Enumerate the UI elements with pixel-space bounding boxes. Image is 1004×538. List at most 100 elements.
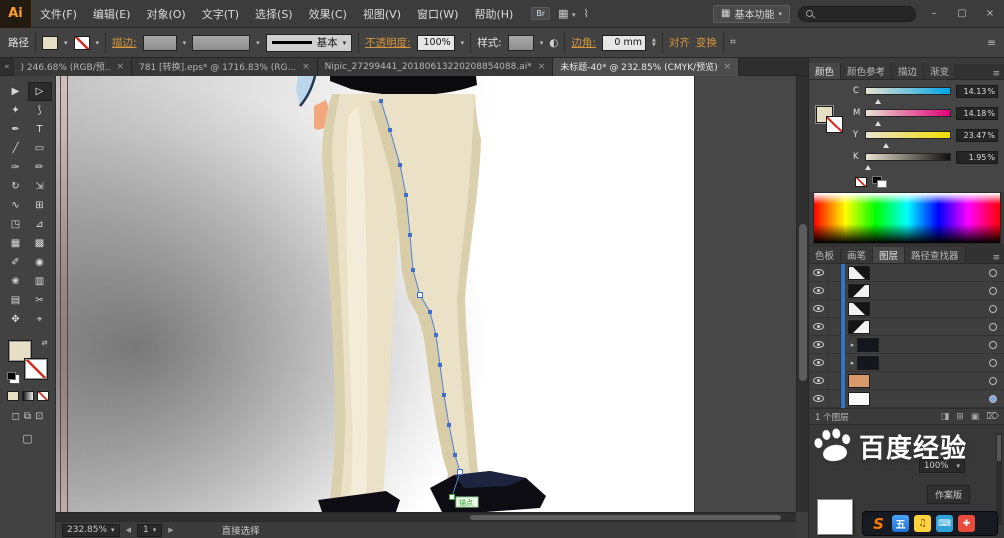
free-transform-tool[interactable]: ⊞ <box>28 196 52 215</box>
window-close-button[interactable]: × <box>980 8 1000 19</box>
layer-row[interactable] <box>809 299 1004 318</box>
tab-swatches[interactable]: 色板 <box>809 247 842 263</box>
layer-row[interactable] <box>809 389 1004 408</box>
close-icon[interactable]: × <box>724 62 732 72</box>
visibility-toggle[interactable] <box>809 299 829 318</box>
visibility-toggle[interactable] <box>809 263 829 282</box>
close-icon[interactable]: × <box>538 62 546 72</box>
rotate-tool[interactable]: ↻ <box>4 177 28 196</box>
fill-caret-icon[interactable]: ▾ <box>64 39 68 47</box>
magenta-slider[interactable] <box>865 109 951 126</box>
opacity-link[interactable]: 不透明度: <box>365 35 411 50</box>
none-button[interactable] <box>36 391 49 401</box>
mesh-tool[interactable]: ▦ <box>4 234 28 253</box>
layer-thumbnail[interactable] <box>848 319 870 334</box>
vertical-scrollbar[interactable] <box>796 76 808 512</box>
tab-layers[interactable]: 图层 <box>873 247 906 263</box>
menu-view[interactable]: 视图(V) <box>355 6 409 22</box>
caret-icon[interactable]: ▾ <box>183 39 187 47</box>
ime-toolbox-icon[interactable]: ✚ <box>958 515 975 532</box>
tab-pathfinder[interactable]: 路径查找器 <box>905 247 966 263</box>
fill-stroke-indicator[interactable]: ⇄ <box>6 339 49 381</box>
stroke-swatch[interactable] <box>23 358 48 380</box>
prev-artboard-button[interactable]: ◀ <box>126 526 131 534</box>
lock-toggle[interactable] <box>829 281 841 300</box>
layer-thumbnail[interactable] <box>848 373 870 388</box>
lasso-tool[interactable]: ⟆ <box>28 101 52 120</box>
caret-icon[interactable]: ▾ <box>540 39 544 47</box>
horizontal-scrollbar[interactable] <box>56 512 796 521</box>
panel-menu-icon[interactable]: ≡ <box>987 253 1004 263</box>
document-tab-1[interactable]: ) 246.68% (RGB/预.. × <box>13 57 133 76</box>
corner-field[interactable]: 0 mm <box>601 34 646 51</box>
fill-swatch[interactable] <box>7 340 32 362</box>
visibility-toggle[interactable] <box>809 371 829 390</box>
lock-toggle[interactable] <box>829 299 841 318</box>
cyan-slider[interactable] <box>865 87 951 104</box>
new-layer-icon[interactable]: ▣ <box>971 412 980 422</box>
document-tab-active[interactable]: 未标题-40* @ 232.85% (CMYK/预览) × <box>553 57 740 76</box>
tab-scroll-left-icon[interactable]: « <box>0 62 14 72</box>
transform-link[interactable]: 变换 <box>696 35 717 50</box>
color-spectrum[interactable] <box>813 192 1001 244</box>
visibility-toggle[interactable] <box>809 317 829 336</box>
layer-thumbnail[interactable] <box>857 355 879 370</box>
style-swatch-dropdown[interactable] <box>507 34 534 51</box>
make-clip-mask-icon[interactable]: ◨ <box>941 412 950 422</box>
artboard-navigation-field[interactable]: 1 ▾ <box>136 523 163 537</box>
draw-inside-icon[interactable]: ⊡ <box>35 411 43 422</box>
yellow-value-field[interactable]: 23.47% <box>956 128 998 142</box>
ime-logo-icon[interactable]: S <box>870 515 887 533</box>
document-tab-3[interactable]: Nipic_27299441_20180613220208854088.ai* … <box>317 57 554 76</box>
target-circle[interactable] <box>989 358 997 367</box>
control-panel-menu-icon[interactable]: ≡ <box>987 37 996 49</box>
canvas[interactable]: 锚点 <box>56 76 796 512</box>
artboard-button[interactable]: 作案版 <box>927 485 971 504</box>
line-segment-tool[interactable]: ╱ <box>4 139 28 158</box>
panel-menu-icon[interactable]: ≡ <box>987 69 1004 79</box>
panel-stroke-swatch[interactable] <box>826 116 843 133</box>
layer-thumbnail[interactable] <box>857 337 879 352</box>
target-circle[interactable] <box>989 304 997 313</box>
layer-row[interactable] <box>809 317 1004 336</box>
visibility-toggle[interactable] <box>809 353 829 372</box>
shirt-shape[interactable] <box>296 76 315 106</box>
swap-fill-stroke-icon[interactable]: ⇄ <box>42 339 48 347</box>
direct-selection-tool[interactable]: ▷ <box>27 82 52 101</box>
lock-toggle[interactable] <box>829 353 841 372</box>
opacity-dropdown[interactable]: 100% ▾ <box>919 459 965 473</box>
lock-toggle[interactable] <box>829 263 841 282</box>
symbol-sprayer-tool[interactable]: ❀ <box>4 272 28 291</box>
black-white-swatches[interactable] <box>872 176 888 188</box>
target-circle[interactable] <box>989 340 997 349</box>
width-tool[interactable]: ∿ <box>4 196 28 215</box>
stroke-panel-link[interactable]: 描边: <box>112 35 137 50</box>
menu-object[interactable]: 对象(O) <box>138 6 193 22</box>
align-link[interactable]: 对齐 <box>669 35 690 50</box>
lock-toggle[interactable] <box>829 335 841 354</box>
gradient-button[interactable] <box>21 391 34 401</box>
tab-gradient[interactable]: 渐变 <box>924 63 957 79</box>
corner-link[interactable]: 边角: <box>571 35 596 50</box>
pencil-tool[interactable]: ✏ <box>28 158 52 177</box>
layer-row[interactable] <box>809 371 1004 390</box>
waistband-shape[interactable] <box>330 76 477 96</box>
magenta-value-field[interactable]: 14.18% <box>956 106 998 120</box>
zoom-tool[interactable]: ⌖ <box>28 310 52 329</box>
visibility-toggle[interactable] <box>809 281 829 300</box>
stroke-weight-field[interactable] <box>142 34 177 51</box>
target-circle[interactable] <box>989 376 997 385</box>
gradient-tool[interactable]: ▩ <box>28 234 52 253</box>
search-input[interactable] <box>798 5 916 22</box>
width-profile-dropdown[interactable] <box>192 34 251 51</box>
target-circle[interactable] <box>989 394 997 403</box>
pen-tool[interactable]: ✒ <box>4 120 28 139</box>
none-swatch[interactable] <box>855 177 867 187</box>
document-tab-2[interactable]: 781 [转换].eps* @ 1716.83% (RG... × <box>132 57 318 76</box>
tab-brushes[interactable]: 画笔 <box>841 247 874 263</box>
caret-icon[interactable]: ▾ <box>256 39 260 47</box>
tab-color-guide[interactable]: 颜色参考 <box>841 63 893 79</box>
panel-scrollbar[interactable] <box>996 433 1002 525</box>
menu-select[interactable]: 选择(S) <box>247 6 301 22</box>
artboard-thumbnail[interactable] <box>817 499 853 535</box>
